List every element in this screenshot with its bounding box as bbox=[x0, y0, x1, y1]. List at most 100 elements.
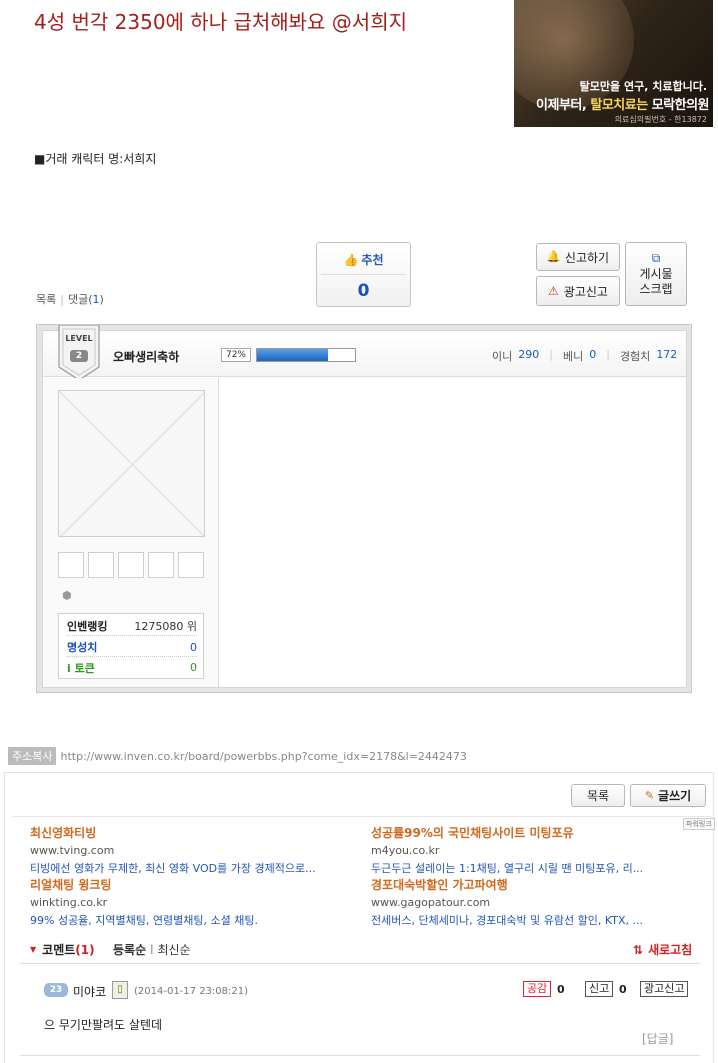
address-url[interactable]: http://www.inven.co.kr/board/powerbbs.ph… bbox=[60, 750, 466, 763]
avatar bbox=[58, 390, 205, 537]
sort-separator: l bbox=[150, 943, 154, 957]
pencil-icon: ✎ bbox=[644, 789, 655, 802]
ad-report-label: 광고신고 bbox=[563, 284, 608, 299]
banner-line2-c: 모락한의원 bbox=[647, 98, 710, 113]
triangle-down-icon: ▼ bbox=[30, 945, 37, 954]
ad-link[interactable]: 최신영화티빙 www.tving.com 티빙에선 영화가 무제한, 최신 영화… bbox=[30, 824, 316, 876]
exp-value: 172 bbox=[656, 348, 678, 361]
comment-divider bbox=[20, 1055, 700, 1056]
exp-label: 경험치 bbox=[619, 350, 651, 363]
list-button[interactable]: 목록 bbox=[571, 784, 625, 807]
token-value: 0 bbox=[190, 661, 197, 674]
report-button[interactable]: 🔔 신고하기 bbox=[536, 243, 620, 271]
recommend-label: 추천 bbox=[361, 253, 384, 267]
fame-label: 명성치 bbox=[67, 641, 98, 654]
refresh-label: 새로고침 bbox=[648, 943, 693, 957]
banner-line1: 탈모만을 연구, 치료합니다. bbox=[579, 80, 707, 93]
level-number: 2 bbox=[70, 350, 88, 362]
comments-link-label: 댓글 bbox=[67, 293, 89, 306]
banner-line2: 이제부터, 탈모치료는 모락한의원 bbox=[536, 94, 709, 113]
thumbs-up-icon: 👍 bbox=[343, 253, 359, 267]
copy-address-button[interactable]: 주소복사 bbox=[8, 747, 57, 765]
exp-bar-fill bbox=[257, 349, 328, 361]
sort-registered[interactable]: 등록순 bbox=[113, 943, 146, 957]
exp-bar bbox=[256, 348, 356, 362]
comments-link-close: ) bbox=[99, 293, 104, 306]
comments-link-count: 1 bbox=[92, 293, 100, 306]
benny-value: 0 bbox=[589, 348, 597, 361]
warning-icon: ⚠ bbox=[548, 284, 559, 298]
ad-link[interactable]: 경포대숙박할인 가고파여행 www.gagopatour.com 전세버스, 단… bbox=[371, 876, 643, 928]
list-link[interactable]: 목록 bbox=[36, 293, 56, 306]
report-label: 신고하기 bbox=[564, 250, 610, 265]
item-slot[interactable] bbox=[88, 552, 114, 578]
rank-box: 인벤랭킹 1275080 위 명성치 0 i 토큰 0 bbox=[58, 613, 204, 679]
inni-label: 이니 bbox=[492, 350, 513, 363]
item-slot[interactable] bbox=[148, 552, 174, 578]
powerlink-tag: 파워링크 bbox=[683, 818, 715, 830]
scrap-label-1: 게시물 bbox=[639, 267, 673, 281]
comment-title: ▼ 코멘트(1) bbox=[30, 941, 95, 958]
comments-link[interactable]: 댓글(1) bbox=[68, 293, 104, 306]
ad-title: 성공률99%의 국민채팅사이트 미팅포유 bbox=[371, 826, 574, 840]
author-nickname[interactable]: 오빠생리축하 bbox=[113, 348, 179, 365]
ad-title: 리얼채팅 윙크팅 bbox=[30, 878, 112, 892]
ad-desc: 두근두근 설레이는 1:1채팅, 열구리 시릴 땐 미팅포유, 리... bbox=[371, 862, 644, 875]
rank-label: 인벤랭킹 bbox=[67, 620, 108, 633]
inni-value: 290 bbox=[518, 348, 540, 361]
refresh-button[interactable]: ⇅ 새로고침 bbox=[633, 941, 692, 958]
ad-desc: 99% 성공율, 지역별채팅, 연령별채팅, 소셜 채팅. bbox=[30, 914, 258, 927]
scrap-label-2: 스크랩 bbox=[639, 282, 673, 296]
reply-button[interactable]: [답글] bbox=[642, 1030, 673, 1047]
fame-row: 명성치 0 bbox=[67, 638, 197, 657]
scrap-button[interactable]: ⧉ 게시물 스크랩 bbox=[625, 242, 687, 306]
ad-url: www.gagopatour.com bbox=[371, 896, 491, 909]
commenter-nickname[interactable]: 미야코 bbox=[73, 983, 106, 1000]
ad-url: m4you.co.kr bbox=[371, 844, 440, 857]
scrap-icon: ⧉ bbox=[651, 251, 661, 265]
post-body-line: ■거래 캐릭터 명:서희지 bbox=[34, 152, 157, 166]
comment-title-label: 코멘트 bbox=[42, 943, 76, 957]
banner-line2-b: 탈모치료는 bbox=[590, 98, 648, 113]
fame-value: 0 bbox=[190, 640, 197, 654]
like-count: 0 bbox=[557, 983, 565, 996]
comment-sort: 등록순 l 최신순 bbox=[113, 941, 191, 958]
cube-icon: ⬢ bbox=[62, 589, 72, 602]
comment-report-count: 0 bbox=[619, 983, 627, 996]
ad-report-button[interactable]: ⚠ 광고신고 bbox=[536, 276, 620, 306]
comment-ad-report-button[interactable]: 광고신고 bbox=[640, 981, 689, 997]
level-text: LEVEL bbox=[65, 334, 93, 343]
banner-line2-a: 이제부터, bbox=[536, 98, 591, 113]
ad-link[interactable]: 성공률99%의 국민채팅사이트 미팅포유 m4you.co.kr 두근두근 설레… bbox=[371, 824, 643, 876]
item-slot[interactable] bbox=[58, 552, 84, 578]
ad-title: 최신영화티빙 bbox=[30, 826, 97, 840]
recommend-divider bbox=[321, 274, 406, 275]
write-label: 글쓰기 bbox=[658, 789, 692, 803]
sort-newest[interactable]: 최신순 bbox=[157, 943, 190, 957]
token-label: i 토큰 bbox=[67, 661, 95, 675]
refresh-icon: ⇅ bbox=[633, 943, 644, 957]
ad-desc: 티빙에선 영화가 무제한, 최신 영화 VOD를 가장 경제적으로... bbox=[30, 862, 316, 875]
list-nav-separator: | bbox=[60, 293, 64, 306]
stats-separator: | bbox=[606, 348, 610, 361]
bell-icon: 🔔 bbox=[546, 250, 561, 263]
like-button[interactable]: 공감 bbox=[523, 981, 552, 997]
item-slots bbox=[58, 552, 204, 578]
banner-ad[interactable]: 탈모만을 연구, 치료합니다. 이제부터, 탈모치료는 모락한의원 의료심의필번… bbox=[514, 0, 713, 127]
item-slot[interactable] bbox=[118, 552, 144, 578]
write-button[interactable]: ✎ 글쓰기 bbox=[630, 784, 706, 807]
item-slot[interactable] bbox=[178, 552, 204, 578]
stats-separator: | bbox=[549, 348, 553, 361]
avatar-placeholder bbox=[59, 391, 204, 536]
ad-url: winkting.co.kr bbox=[30, 896, 108, 909]
comment-count: (1) bbox=[75, 943, 95, 957]
benny-label: 베니 bbox=[562, 350, 584, 363]
rank-value: 1275080 위 bbox=[134, 620, 197, 633]
comment-date: (2014-01-17 23:08:21) bbox=[134, 986, 249, 997]
ad-link[interactable]: 리얼채팅 윙크팅 winkting.co.kr 99% 성공율, 지역별채팅, … bbox=[30, 876, 258, 928]
profile-stats: 이니 290 | 베니 0 | 경험치 172 bbox=[492, 348, 677, 364]
comment-report-button[interactable]: 신고 bbox=[585, 981, 614, 997]
list-nav: 목록 | 댓글(1) bbox=[36, 291, 104, 307]
recommend-label-wrap: 👍 추천 bbox=[317, 251, 410, 268]
recommend-button[interactable]: 👍 추천 0 bbox=[316, 242, 411, 307]
